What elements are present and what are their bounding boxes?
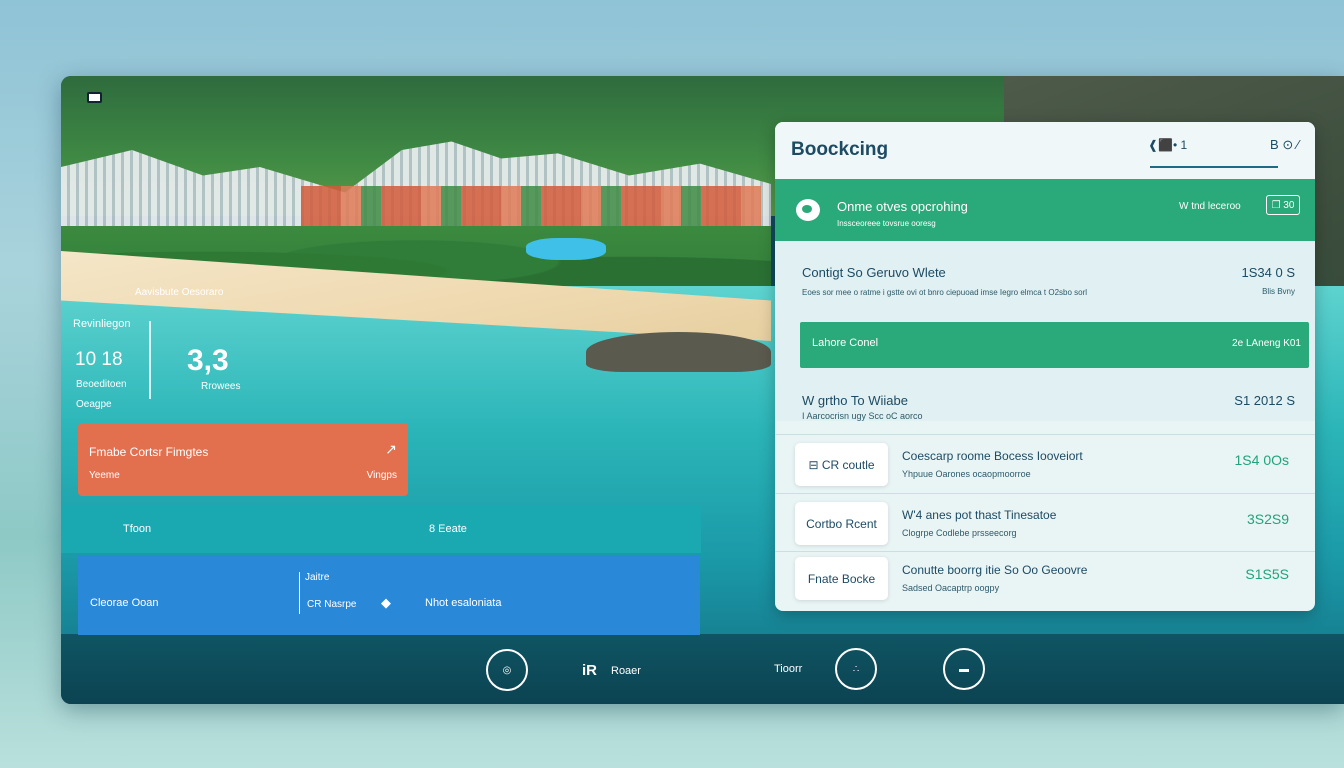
promo-card-title: Fmabe Cortsr Fimgtes	[89, 445, 209, 459]
booking-header: Boockcing ❰⬛• 1 B ⊙ ⁄	[775, 122, 1315, 180]
external-link-icon[interactable]: ↗	[385, 441, 397, 458]
summary-title-2: W grtho To Wiiabe	[802, 393, 908, 408]
list-item-tag-button[interactable]: Fnate Bocke	[795, 557, 888, 600]
booking-header-tab-underline	[1150, 166, 1278, 168]
stat-value-big: 3,3	[187, 344, 229, 377]
booking-section-header: Onme otves opcrohing Inssceoreee tovsrue…	[775, 179, 1315, 241]
nav-button-1[interactable]: ◎	[486, 649, 528, 691]
teal-band-left: Tfoon	[123, 523, 152, 535]
summary-desc: Eoes sor mee o ratme i gstte ovi ot bnro…	[802, 288, 1088, 297]
app-window: Aavisbute Oesoraro Revinliegon 10 18 Beo…	[61, 76, 1344, 704]
section-right-label: W tnd leceroo	[1179, 201, 1241, 212]
list-item[interactable]: ⊟ CR coutle Coescarp roome Bocess Ioovei…	[775, 435, 1315, 493]
status-dot-icon	[796, 199, 820, 221]
list-item-price: S1S5S	[1245, 566, 1289, 582]
summary-option-left: Lahore Conel	[812, 337, 879, 349]
booking-header-tab[interactable]: ❰⬛• 1	[1148, 138, 1187, 152]
stat-label-bottom-1: Beoeditoen	[76, 379, 127, 390]
list-item-title: Conutte boorrg itie So Oo Geoovre	[902, 563, 1088, 577]
section-subtitle: Inssceoreee tovsrue ooresg	[837, 219, 936, 228]
list-item-desc: Clogrpe Codlebe prsseecorg	[902, 528, 1017, 538]
blue-band-left: Cleorae Ooan	[90, 597, 159, 609]
stat-label-bottom-2: Oeagpe	[76, 399, 112, 410]
teal-band-right: 8 Eeate	[429, 523, 467, 535]
list-item-title: W'4 anes pot thast Tinesatoe	[902, 508, 1057, 522]
summary-desc-2: I Aarcocrisn ugy Scc oC aorco	[802, 411, 923, 421]
blue-band-mid-bottom: CR Nasrpe	[307, 599, 357, 610]
stat-value-left: 10 18	[75, 349, 123, 370]
list-item-desc: Yhpuue Oarones ocaopmoorroe	[902, 469, 1031, 479]
list-item-tag-button[interactable]: Cortbo Rcent	[795, 502, 888, 545]
section-action-button[interactable]: ❐ 30	[1266, 195, 1300, 215]
list-item-desc: Sadsed Oacaptrp oogpy	[902, 583, 1000, 593]
app-logo-icon[interactable]	[87, 92, 102, 103]
summary-price: 1S34 0 S	[1241, 265, 1296, 280]
blue-band-mid-top: Jaitre	[305, 572, 330, 583]
booking-panel: Boockcing ❰⬛• 1 B ⊙ ⁄ Onme otves opcrohi…	[775, 122, 1315, 611]
nav-button-4[interactable]: ▬	[943, 648, 985, 690]
stat-label-top: Revinliegon	[73, 318, 131, 330]
list-item-price: 3S2S9	[1246, 511, 1289, 527]
teal-info-band[interactable]: Tfoon 8 Eeate	[61, 505, 701, 553]
nav-item-2-label[interactable]: Roaer	[611, 665, 641, 677]
list-item-price: 1S4 0Os	[1234, 452, 1289, 468]
list-item-title: Coescarp roome Bocess Iooveiort	[902, 449, 1083, 463]
nav-button-3[interactable]: ∴	[835, 648, 877, 690]
stat-divider	[149, 321, 151, 399]
booking-title: Boockcing	[791, 139, 889, 160]
promo-card-subtitle: Yeeme	[89, 470, 120, 481]
nav-item-3-label[interactable]: Tioorr	[774, 663, 802, 675]
beach-caption: Aavisbute Oesoraro	[135, 287, 224, 298]
nav-item-2-icon[interactable]: iR	[582, 662, 597, 679]
bottom-nav: ◎ iR Roaer Tioorr ∴ ▬	[61, 636, 1344, 704]
section-title: Onme otves opcrohing	[837, 199, 968, 214]
blue-band-right: Nhot esaloniata	[425, 597, 502, 609]
booking-summary: Contigt So Geruvo Wlete Eoes sor mee o r…	[775, 241, 1315, 421]
summary-option-right: 2e LAneng K01	[1232, 338, 1301, 349]
summary-option-bar[interactable]: Lahore Conel 2e LAneng K01	[800, 322, 1309, 368]
list-item[interactable]: Cortbo Rcent W'4 anes pot thast Tinesato…	[775, 494, 1315, 552]
list-item[interactable]: Fnate Bocke Conutte boorrg itie So Oo Ge…	[775, 549, 1315, 607]
summary-price-2: S1 2012 S	[1234, 393, 1295, 408]
diamond-icon[interactable]: ◆	[381, 595, 391, 611]
summary-title: Contigt So Geruvo Wlete	[802, 265, 946, 280]
stat-value-big-caption: Rrowees	[201, 381, 241, 392]
promo-card-right-label: Vingps	[366, 470, 397, 481]
list-item-tag-button[interactable]: ⊟ CR coutle	[795, 443, 888, 486]
summary-price-sub: Blis Bvny	[1262, 287, 1295, 296]
promo-card[interactable]: Fmabe Cortsr Fimgtes ↗ Yeeme Vingps	[78, 423, 408, 496]
booking-header-controls[interactable]: B ⊙ ⁄	[1270, 137, 1299, 153]
blue-band-divider	[299, 572, 300, 614]
blue-info-band[interactable]: Cleorae Ooan Jaitre CR Nasrpe ◆ Nhot esa…	[78, 555, 700, 635]
